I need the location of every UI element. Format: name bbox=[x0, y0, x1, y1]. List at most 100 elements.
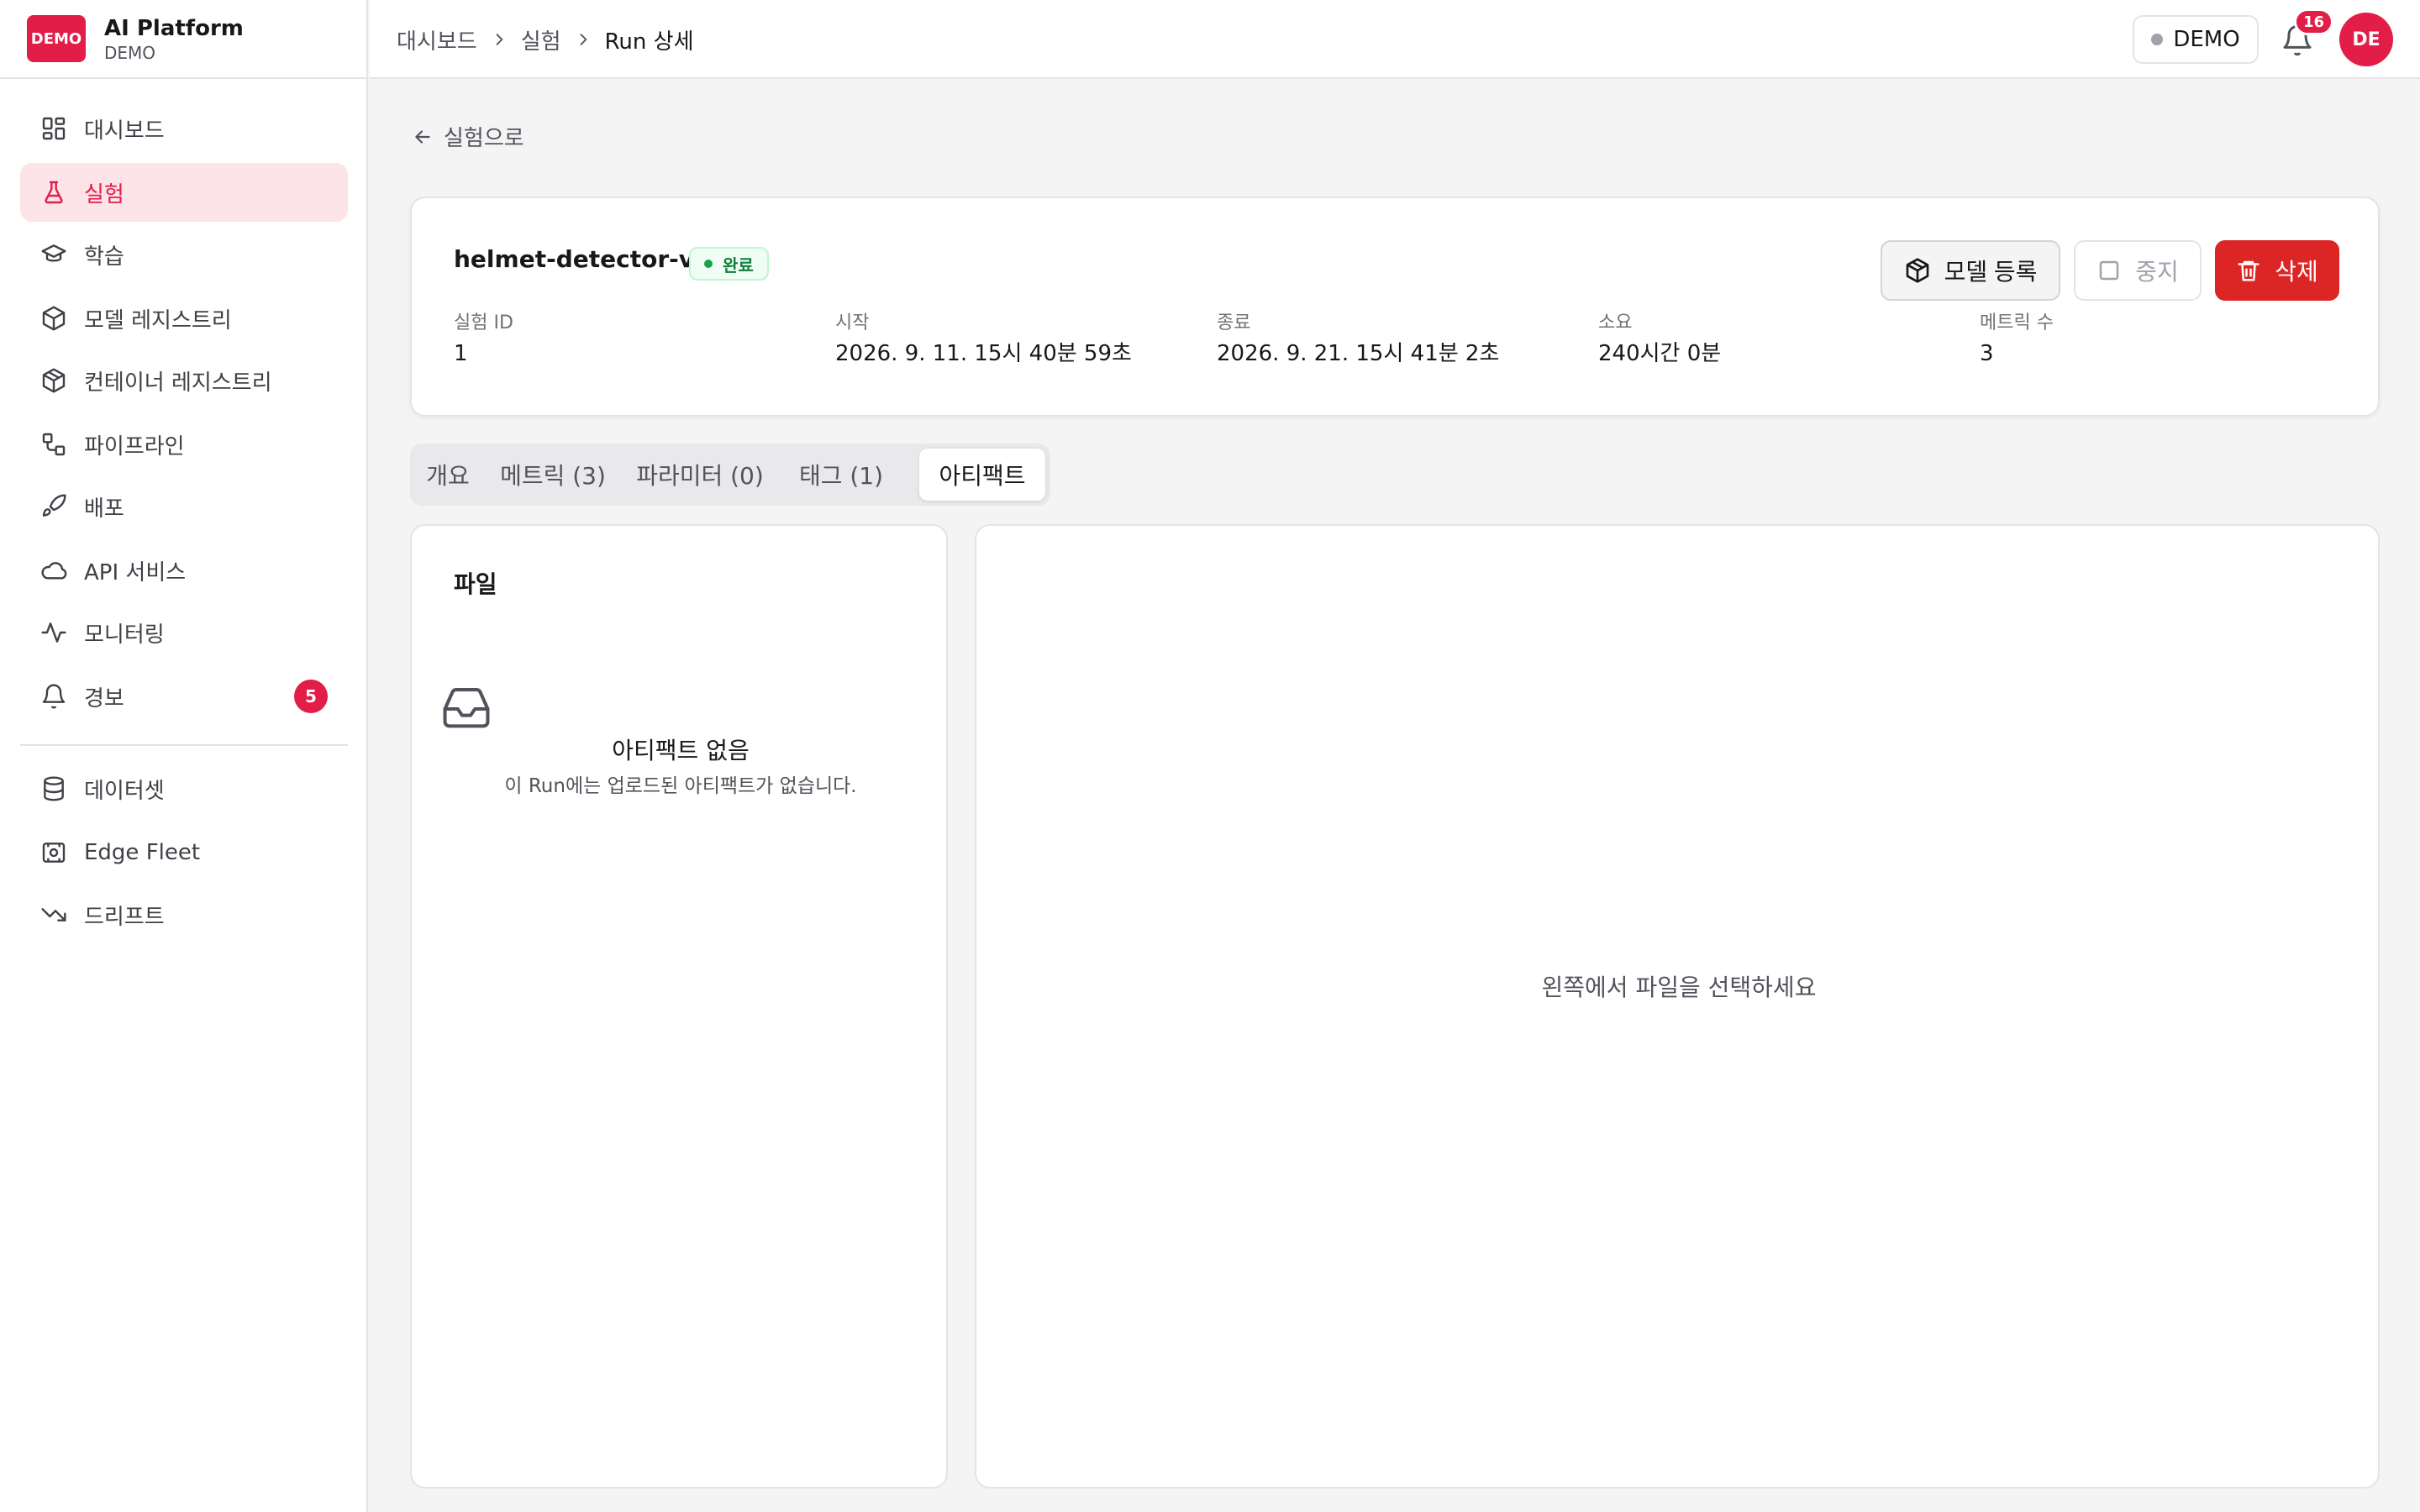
environment-selector[interactable]: DEMO bbox=[2133, 15, 2259, 64]
file-preview-panel: 왼쪽에서 파일을 선택하세요 bbox=[975, 524, 2380, 1488]
meta-value: 3 bbox=[1980, 341, 1994, 366]
status-dot bbox=[704, 260, 713, 268]
tab-metrics[interactable]: 메트릭 (3) bbox=[494, 449, 612, 501]
sidebar-item-datasets[interactable]: 데이터셋 bbox=[20, 759, 348, 818]
breadcrumb-current: Run 상세 bbox=[604, 29, 694, 55]
run-tabs: 개요 메트릭 (3) 파라미터 (0) 태그 (1) 아티팩트 bbox=[410, 444, 1050, 506]
tab-overview[interactable]: 개요 bbox=[422, 449, 474, 501]
rocket-icon bbox=[40, 493, 67, 520]
sidebar-item-pipeline[interactable]: 파이프라인 bbox=[20, 415, 348, 474]
trending-down-icon bbox=[40, 901, 67, 928]
meta-label: 실험 ID bbox=[454, 312, 513, 333]
meta-metric-count: 메트릭 수 3 bbox=[1980, 311, 2054, 371]
brand-subtitle: DEMO bbox=[104, 43, 156, 63]
sidebar-item-label: 데이터셋 bbox=[84, 778, 165, 804]
pipeline-icon bbox=[40, 431, 67, 458]
sidebar-item-label: 실험 bbox=[84, 181, 124, 207]
arrow-left-icon bbox=[415, 129, 430, 144]
square-icon bbox=[2099, 260, 2119, 281]
dashboard-icon bbox=[40, 115, 67, 142]
sidebar-item-api-service[interactable]: API 서비스 bbox=[20, 541, 348, 600]
sidebar-item-alerts[interactable]: 경보 5 bbox=[20, 667, 348, 726]
run-summary-card: helmet-detector-v2 완료 실험 ID 1 시작 2026. 9… bbox=[410, 197, 2380, 417]
status-dot bbox=[2151, 34, 2164, 45]
stop-button[interactable]: 중지 bbox=[2074, 240, 2202, 301]
sidebar-item-drift[interactable]: 드리프트 bbox=[20, 885, 348, 944]
register-model-button[interactable]: 모델 등록 bbox=[1881, 240, 2060, 301]
files-title: 파일 bbox=[454, 570, 497, 598]
sidebar-divider bbox=[20, 744, 348, 746]
meta-value: 240시간 0분 bbox=[1598, 341, 1722, 366]
run-name: helmet-detector-v2 bbox=[454, 245, 711, 273]
sidebar-item-label: 경보 bbox=[84, 685, 124, 711]
alerts-count-badge: 5 bbox=[294, 680, 328, 713]
meta-end: 종료 2026. 9. 21. 15시 41분 2초 bbox=[1217, 311, 1499, 371]
avatar[interactable]: DE bbox=[2339, 13, 2393, 66]
inbox-icon bbox=[443, 688, 490, 728]
files-panel: 파일 아티팩트 없음 이 Run에는 업로드된 아티팩트가 없습니다. bbox=[410, 524, 948, 1488]
brand-logo: DEMO bbox=[27, 15, 86, 62]
back-to-experiments-link[interactable]: 실험으로 bbox=[412, 121, 524, 152]
notification-count-badge: 16 bbox=[2294, 8, 2334, 35]
status-badge: 완료 bbox=[689, 247, 769, 281]
tab-artifacts[interactable]: 아티팩트 bbox=[919, 449, 1045, 501]
trash-icon bbox=[2238, 260, 2260, 281]
sidebar-item-label: 모니터링 bbox=[84, 622, 165, 648]
meta-value: 2026. 9. 11. 15시 40분 59초 bbox=[835, 341, 1132, 366]
meta-value: 2026. 9. 21. 15시 41분 2초 bbox=[1217, 341, 1500, 366]
meta-label: 시작 bbox=[835, 312, 870, 333]
database-icon bbox=[40, 775, 67, 802]
chevron-right-icon bbox=[496, 34, 503, 45]
activity-icon bbox=[40, 619, 67, 646]
container-icon bbox=[40, 367, 67, 394]
delete-button[interactable]: 삭제 bbox=[2215, 240, 2339, 301]
sidebar: DEMO AI Platform DEMO 대시보드 실험 학습 모델 레지스트… bbox=[0, 0, 368, 1512]
status-label: 완료 bbox=[723, 255, 754, 276]
box-icon bbox=[40, 305, 67, 332]
delete-label: 삭제 bbox=[2275, 259, 2318, 285]
chevron-right-icon bbox=[580, 34, 587, 45]
meta-experiment-id: 실험 ID 1 bbox=[454, 311, 513, 371]
sidebar-item-label: API 서비스 bbox=[84, 559, 187, 585]
sidebar-item-edge-fleet[interactable]: Edge Fleet bbox=[20, 823, 348, 882]
meta-start: 시작 2026. 9. 11. 15시 40분 59초 bbox=[835, 311, 1132, 371]
preview-hint: 왼쪽에서 파일을 선택하세요 bbox=[1541, 974, 1817, 1001]
bell-icon bbox=[40, 683, 67, 710]
tab-parameters[interactable]: 파라미터 (0) bbox=[630, 449, 770, 501]
sidebar-item-training[interactable]: 학습 bbox=[20, 225, 348, 284]
sidebar-item-label: 학습 bbox=[84, 244, 124, 270]
breadcrumb-item[interactable]: 대시보드 bbox=[397, 24, 477, 55]
brand[interactable]: DEMO AI Platform DEMO bbox=[0, 0, 366, 79]
sidebar-item-label: Edge Fleet bbox=[84, 840, 201, 865]
register-model-label: 모델 등록 bbox=[1944, 259, 2038, 285]
package-icon bbox=[1906, 258, 1928, 283]
sidebar-item-label: 드리프트 bbox=[84, 904, 165, 930]
sidebar-item-label: 대시보드 bbox=[84, 118, 165, 144]
meta-label: 메트릭 수 bbox=[1980, 312, 2054, 333]
sidebar-item-deploy[interactable]: 배포 bbox=[20, 477, 348, 536]
environment-label: DEMO bbox=[2173, 27, 2240, 52]
topbar: 대시보드 실험 Run 상세 bbox=[370, 0, 2420, 79]
sidebar-item-container-registry[interactable]: 컨테이너 레지스트리 bbox=[20, 351, 348, 410]
chip-icon bbox=[40, 839, 67, 866]
tab-tags[interactable]: 태그 (1) bbox=[790, 449, 892, 501]
sidebar-item-dashboard[interactable]: 대시보드 bbox=[20, 99, 348, 158]
sidebar-item-label: 배포 bbox=[84, 496, 124, 522]
breadcrumb-item[interactable]: 실험 bbox=[521, 24, 561, 55]
sidebar-item-label: 모델 레지스트리 bbox=[84, 307, 232, 333]
back-link-label: 실험으로 bbox=[444, 126, 524, 151]
empty-state-description: 이 Run에는 업로드된 아티팩트가 없습니다. bbox=[504, 775, 857, 797]
sidebar-item-model-registry[interactable]: 모델 레지스트리 bbox=[20, 289, 348, 348]
flask-icon bbox=[40, 179, 67, 206]
stop-label: 중지 bbox=[2135, 259, 2179, 285]
breadcrumb: 대시보드 실험 Run 상세 bbox=[397, 0, 694, 79]
sidebar-item-label: 파이프라인 bbox=[84, 433, 185, 459]
meta-duration: 소요 240시간 0분 bbox=[1598, 311, 1721, 371]
meta-value: 1 bbox=[454, 341, 468, 366]
graduation-cap-icon bbox=[40, 241, 67, 268]
empty-state-title: 아티팩트 없음 bbox=[612, 737, 750, 764]
meta-label: 소요 bbox=[1598, 312, 1633, 333]
meta-label: 종료 bbox=[1217, 312, 1251, 333]
sidebar-item-monitoring[interactable]: 모니터링 bbox=[20, 603, 348, 662]
sidebar-item-experiments[interactable]: 실험 bbox=[20, 163, 348, 222]
